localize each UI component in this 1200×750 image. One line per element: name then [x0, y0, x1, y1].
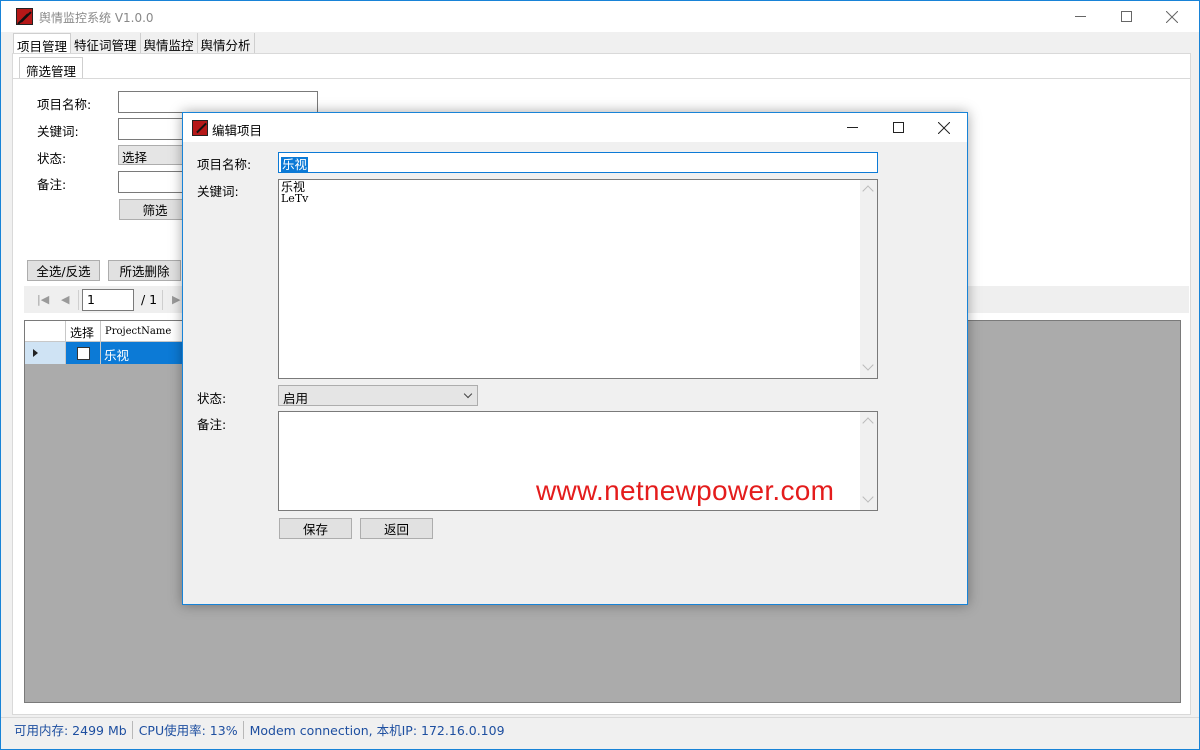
close-icon — [938, 121, 950, 134]
keyword-scrollbar[interactable] — [860, 180, 877, 378]
tab-monitoring[interactable]: 舆情监控 — [141, 33, 198, 53]
maximize-button[interactable] — [1103, 1, 1149, 32]
filter-button[interactable]: 筛选 — [119, 199, 191, 220]
note-scrollbar[interactable] — [860, 412, 877, 510]
back-button[interactable]: 返回 — [360, 518, 433, 539]
row-checkbox-cell[interactable] — [66, 342, 101, 364]
page-count: / 1 — [141, 292, 158, 307]
row-checkbox[interactable] — [76, 346, 90, 360]
watermark-text: www.netnewpower.com — [536, 475, 835, 506]
network-status: Modem connection, 本机IP: 172.16.0.109 — [249, 723, 505, 738]
dialog-note-label: 备注: — [197, 417, 227, 432]
edit-project-dialog: 编辑项目 项目名称: 乐视 关键词: 乐视 LeTv 状态: 启用 备注: ww… — [182, 112, 968, 605]
scroll-down-icon[interactable] — [862, 491, 874, 503]
project-name-cell[interactable]: 乐视 — [101, 342, 186, 364]
maximize-icon — [1120, 11, 1132, 22]
minimize-icon — [1074, 16, 1086, 17]
keyword-lines: 乐视 LeTv — [281, 181, 309, 205]
prev-page-icon[interactable]: ◀ — [61, 293, 69, 306]
table-row[interactable]: 乐视 — [25, 342, 186, 364]
delete-selected-button[interactable]: 所选删除 — [108, 260, 181, 281]
dialog-close-button[interactable] — [921, 113, 967, 142]
project-name-input[interactable] — [118, 91, 318, 113]
close-icon — [1166, 10, 1178, 23]
column-header-projectname[interactable]: ProjectName — [101, 321, 186, 342]
keyword-label: 关键词: — [37, 124, 79, 139]
scroll-up-icon[interactable] — [862, 417, 874, 429]
table-header: 选择 ProjectName — [25, 321, 186, 342]
dialog-status-label: 状态: — [197, 391, 227, 406]
status-label: 状态: — [37, 151, 67, 166]
column-header-select[interactable]: 选择 — [66, 321, 101, 342]
next-page-icon[interactable]: ▶ — [172, 293, 180, 306]
page-number-input[interactable]: 1 — [82, 289, 134, 311]
note-label: 备注: — [37, 177, 67, 192]
dialog-maximize-button[interactable] — [875, 113, 921, 142]
tab-project-management[interactable]: 项目管理 — [13, 33, 72, 54]
dialog-title: 编辑项目 — [212, 123, 263, 138]
save-button[interactable]: 保存 — [279, 518, 352, 539]
select-all-button[interactable]: 全选/反选 — [27, 260, 100, 281]
scroll-up-icon[interactable] — [862, 185, 874, 197]
window-title: 舆情监控系统 V1.0.0 — [39, 11, 154, 25]
minimize-icon — [846, 127, 858, 128]
dialog-keyword-label: 关键词: — [197, 184, 239, 199]
tab-filter-management[interactable]: 筛选管理 — [19, 57, 84, 79]
close-button[interactable] — [1149, 1, 1195, 32]
cpu-status: CPU使用率: 13% — [133, 720, 244, 739]
status-bar: 可用内存: 2499 Mb CPU使用率: 13% Modem connecti… — [1, 717, 1199, 741]
dialog-title-bar[interactable]: 编辑项目 — [183, 113, 967, 142]
pager-separator — [78, 290, 79, 310]
main-tabs: 项目管理 特征词管理 舆情监控 舆情分析 — [13, 33, 255, 54]
memory-status: 可用内存: 2499 Mb — [1, 720, 133, 739]
row-selector-icon[interactable] — [25, 342, 66, 364]
chevron-down-icon — [463, 389, 473, 399]
dialog-minimize-button[interactable] — [829, 113, 875, 142]
dialog-keyword-textarea[interactable]: 乐视 LeTv — [278, 179, 878, 379]
title-bar[interactable]: 舆情监控系统 V1.0.0 — [1, 1, 1199, 32]
dialog-status-value: 启用 — [283, 391, 309, 406]
tab-divider — [13, 78, 1190, 79]
minimize-button[interactable] — [1057, 1, 1103, 32]
app-logo-icon — [16, 8, 33, 25]
scroll-down-icon[interactable] — [862, 359, 874, 371]
pager-separator — [162, 290, 163, 310]
dialog-name-label: 项目名称: — [197, 157, 252, 172]
dialog-status-select[interactable]: 启用 — [278, 385, 478, 406]
row-header-column — [25, 321, 66, 342]
dialog-name-input[interactable]: 乐视 — [278, 152, 878, 173]
status-select-value: 选择 — [122, 150, 148, 165]
dialog-name-value: 乐视 — [281, 157, 309, 172]
tab-feature-words[interactable]: 特征词管理 — [71, 33, 141, 53]
tab-analysis[interactable]: 舆情分析 — [198, 33, 255, 53]
project-name-label: 项目名称: — [37, 97, 92, 112]
first-page-icon[interactable]: |◀ — [37, 293, 49, 306]
keyword-line: LeTv — [281, 192, 309, 205]
app-logo-icon — [192, 120, 208, 136]
maximize-icon — [892, 122, 904, 133]
